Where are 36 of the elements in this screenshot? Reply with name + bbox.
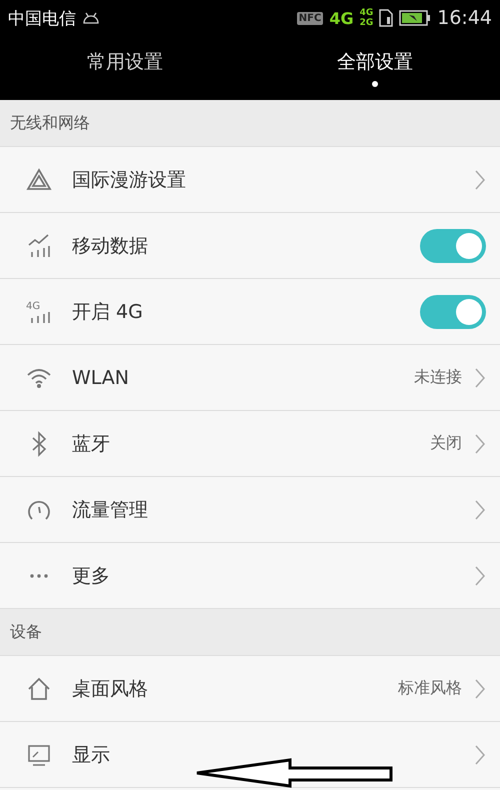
chevron-icon <box>474 744 486 766</box>
setting-label: 移动数据 <box>72 234 149 258</box>
setting-label: 国际漫游设置 <box>72 168 187 192</box>
tab[interactable]: 常用设置 <box>0 36 250 100</box>
setting-value: 标准风格 <box>398 678 462 699</box>
chevron-icon <box>474 432 486 454</box>
battery-icon <box>399 10 432 26</box>
chevron-icon <box>474 678 486 700</box>
setting-value: 关闭 <box>430 433 462 454</box>
clock: 16:44 <box>437 7 492 29</box>
setting-label: 桌面风格 <box>72 676 149 702</box>
setting-label: 显示 <box>72 742 111 768</box>
home-icon <box>26 676 52 702</box>
section-header: 设备 <box>0 609 500 656</box>
setting-label: 开启 4G <box>72 300 144 324</box>
chevron-icon <box>474 498 486 520</box>
setting-label: 流量管理 <box>72 498 149 522</box>
tab[interactable]: 全部设置 <box>250 36 500 100</box>
toggle-switch[interactable] <box>420 294 486 328</box>
network-type: 4G <box>329 8 354 28</box>
carrier-name: 中国电信 <box>8 8 76 30</box>
chevron-icon <box>474 168 486 190</box>
sim-network-types: 4G 2G <box>360 8 374 28</box>
setting-label: WLAN <box>72 366 130 388</box>
section-header: 无线和网络 <box>0 100 500 147</box>
signal-icon <box>26 232 52 258</box>
chevron-icon <box>474 366 486 388</box>
chevron-icon <box>474 564 486 586</box>
nfc-icon: NFC <box>296 12 324 24</box>
setting-label: 更多 <box>72 564 111 588</box>
android-icon <box>82 12 100 24</box>
sim-card-icon <box>379 9 394 27</box>
setting-value: 未连接 <box>414 367 462 388</box>
setting-label: 蓝牙 <box>72 432 111 456</box>
toggle-switch[interactable] <box>420 228 486 262</box>
triangle-icon <box>26 166 52 192</box>
